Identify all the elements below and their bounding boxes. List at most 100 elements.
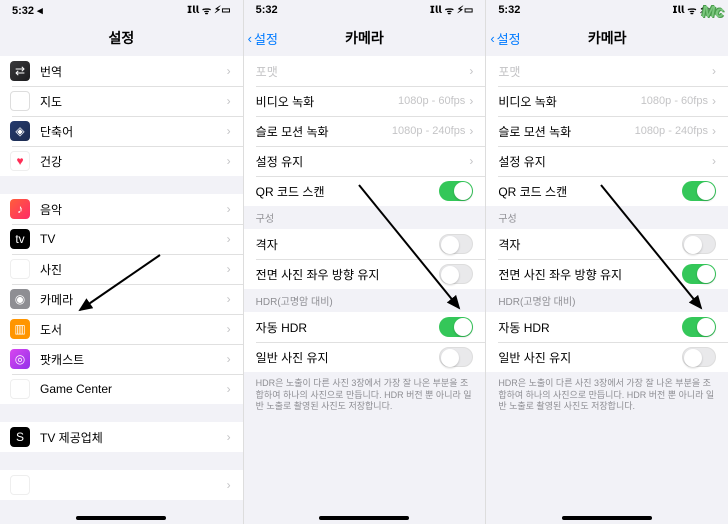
label: 자동 HDR [498, 319, 682, 336]
row-label: 단축어 [40, 123, 227, 140]
settings-row[interactable]: ◉카메라› [0, 284, 243, 314]
music-icon: ♪ [10, 199, 30, 219]
chevron-right-icon: › [227, 124, 231, 138]
chevron-right-icon: › [227, 262, 231, 276]
settings-row[interactable]: ➤지도› [0, 86, 243, 116]
settings-row[interactable]: STV 제공업체› [0, 422, 243, 452]
mirror-toggle[interactable] [682, 264, 716, 284]
signal-icon: 𝗜𝗹𝗹 [187, 5, 199, 16]
back-label: 설정 [497, 29, 521, 48]
row-slomo-record[interactable]: 슬로 모션 녹화 1080p - 240fps › [486, 116, 728, 146]
row-video-record[interactable]: 비디오 녹화 1080p - 60fps › [244, 86, 486, 116]
row-format[interactable]: 포맷 › [244, 56, 486, 86]
row-preserve-settings[interactable]: 설정 유지 › [486, 146, 728, 176]
chevron-right-icon: › [227, 202, 231, 216]
nav-bar: ‹ 설정 카메라 [244, 20, 486, 56]
row-label: 카메라 [40, 291, 227, 308]
settings-group-1: ⇄번역›➤지도›◈단축어›♥건강› [0, 56, 243, 176]
settings-row[interactable]: ♥건강› [0, 146, 243, 176]
chevron-right-icon: › [227, 94, 231, 108]
row-slomo-record[interactable]: 슬로 모션 녹화 1080p - 240fps › [244, 116, 486, 146]
camera-section-main: 포맷 › 비디오 녹화 1080p - 60fps › 슬로 모션 녹화 108… [486, 56, 728, 206]
photos-icon: ✿ [10, 259, 30, 279]
chevron-right-icon: › [227, 64, 231, 78]
chevron-right-icon: › [227, 430, 231, 444]
hdr-header: HDR(고명암 대비) [486, 289, 728, 312]
status-indicators: 𝗜𝗹𝗹 ᯤ ⚡︎▭ [430, 3, 474, 17]
row-keep-normal: 일반 사진 유지 [244, 342, 486, 372]
home-indicator [319, 516, 409, 520]
row-grid: 격자 [244, 229, 486, 259]
back-button[interactable]: ‹ 설정 [490, 29, 520, 48]
keep-normal-toggle[interactable] [439, 347, 473, 367]
page-title: 카메라 [345, 28, 384, 48]
label: 설정 유지 [256, 153, 470, 170]
chevron-right-icon: › [227, 478, 231, 492]
row-auto-hdr: 자동 HDR [486, 312, 728, 342]
row-label: 번역 [40, 63, 227, 80]
row-label: TV [40, 232, 227, 246]
nav-bar: ‹ 설정 카메라 [486, 20, 728, 56]
provider-icon: S [10, 427, 30, 447]
keep-normal-toggle[interactable] [682, 347, 716, 367]
gamecenter-icon: ◉ [10, 379, 30, 399]
grid-toggle[interactable] [682, 234, 716, 254]
chevron-right-icon: › [712, 154, 716, 168]
settings-row[interactable]: ▥도서› [0, 314, 243, 344]
chevron-right-icon: › [227, 232, 231, 246]
auto-hdr-toggle[interactable] [439, 317, 473, 337]
back-label: 설정 [254, 29, 278, 48]
camera-section-composition: 격자 전면 사진 좌우 방향 유지 [244, 229, 486, 289]
row-qr-scan: QR 코드 스캔 [486, 176, 728, 206]
settings-group-2: ♪음악›tvTV›✿사진›◉카메라›▥도서›◎팟캐스트›◉Game Center… [0, 194, 243, 404]
row-mirror-front: 전면 사진 좌우 방향 유지 [244, 259, 486, 289]
row-video-record[interactable]: 비디오 녹화 1080p - 60fps › [486, 86, 728, 116]
label: 포맷 [256, 63, 470, 80]
chevron-right-icon: › [227, 322, 231, 336]
back-button[interactable]: ‹ 설정 [248, 29, 278, 48]
row-auto-hdr: 자동 HDR [244, 312, 486, 342]
chevron-back-icon: ‹ [490, 31, 494, 46]
row-label: 도서 [40, 321, 227, 338]
hdr-header: HDR(고명암 대비) [244, 289, 486, 312]
row-format[interactable]: 포맷 › [486, 56, 728, 86]
mirror-toggle[interactable] [439, 264, 473, 284]
label: 슬로 모션 녹화 [256, 123, 392, 140]
chevron-right-icon: › [712, 124, 716, 138]
shortcuts-icon: ◈ [10, 121, 30, 141]
label: 일반 사진 유지 [498, 349, 682, 366]
row-label: Game Center [40, 382, 227, 396]
row-grid: 격자 [486, 229, 728, 259]
settings-row[interactable]: ◎팟캐스트› [0, 344, 243, 374]
qr-toggle[interactable] [682, 181, 716, 201]
settings-row[interactable]: ✿사진› [0, 254, 243, 284]
qr-toggle[interactable] [439, 181, 473, 201]
status-time: 5:32 ◂ [12, 4, 43, 17]
label: QR 코드 스캔 [256, 183, 440, 200]
tv-icon: tv [10, 229, 30, 249]
status-indicators: 𝗜𝗹𝗹 ᯤ ⚡︎▭ [187, 3, 231, 17]
label: 슬로 모션 녹화 [498, 123, 634, 140]
camera-section-hdr: 자동 HDR 일반 사진 유지 [486, 312, 728, 372]
settings-row[interactable]: ◈ 단축어› [0, 116, 243, 146]
settings-row[interactable]: ♪음악› [0, 194, 243, 224]
grid-toggle[interactable] [439, 234, 473, 254]
settings-group-4: ○› [0, 470, 243, 500]
auto-hdr-toggle[interactable] [682, 317, 716, 337]
settings-row[interactable]: ⇄번역› [0, 56, 243, 86]
composition-header: 구성 [486, 206, 728, 229]
settings-row[interactable]: tv TV› [0, 224, 243, 254]
settings-row[interactable]: ◉Game Center› [0, 374, 243, 404]
settings-row[interactable]: ○› [0, 470, 243, 500]
battery-icon: ⚡︎▭ [457, 5, 473, 16]
label: 자동 HDR [256, 319, 440, 336]
detail: 1080p - 240fps [392, 125, 465, 137]
wifi-icon: ᯤ [445, 3, 454, 17]
chevron-right-icon: › [712, 64, 716, 78]
screenshot-container: 5:32 ◂ 𝗜𝗹𝗹 ᯤ ⚡︎▭ 설정 ⇄번역›➤지도›◈단축어›♥건강› ♪음… [0, 0, 728, 524]
label: 전면 사진 좌우 방향 유지 [498, 266, 682, 283]
chevron-right-icon: › [227, 352, 231, 366]
row-preserve-settings[interactable]: 설정 유지 › [244, 146, 486, 176]
panel-settings: 5:32 ◂ 𝗜𝗹𝗹 ᯤ ⚡︎▭ 설정 ⇄번역›➤지도›◈단축어›♥건강› ♪음… [0, 0, 243, 524]
label: 설정 유지 [498, 153, 712, 170]
